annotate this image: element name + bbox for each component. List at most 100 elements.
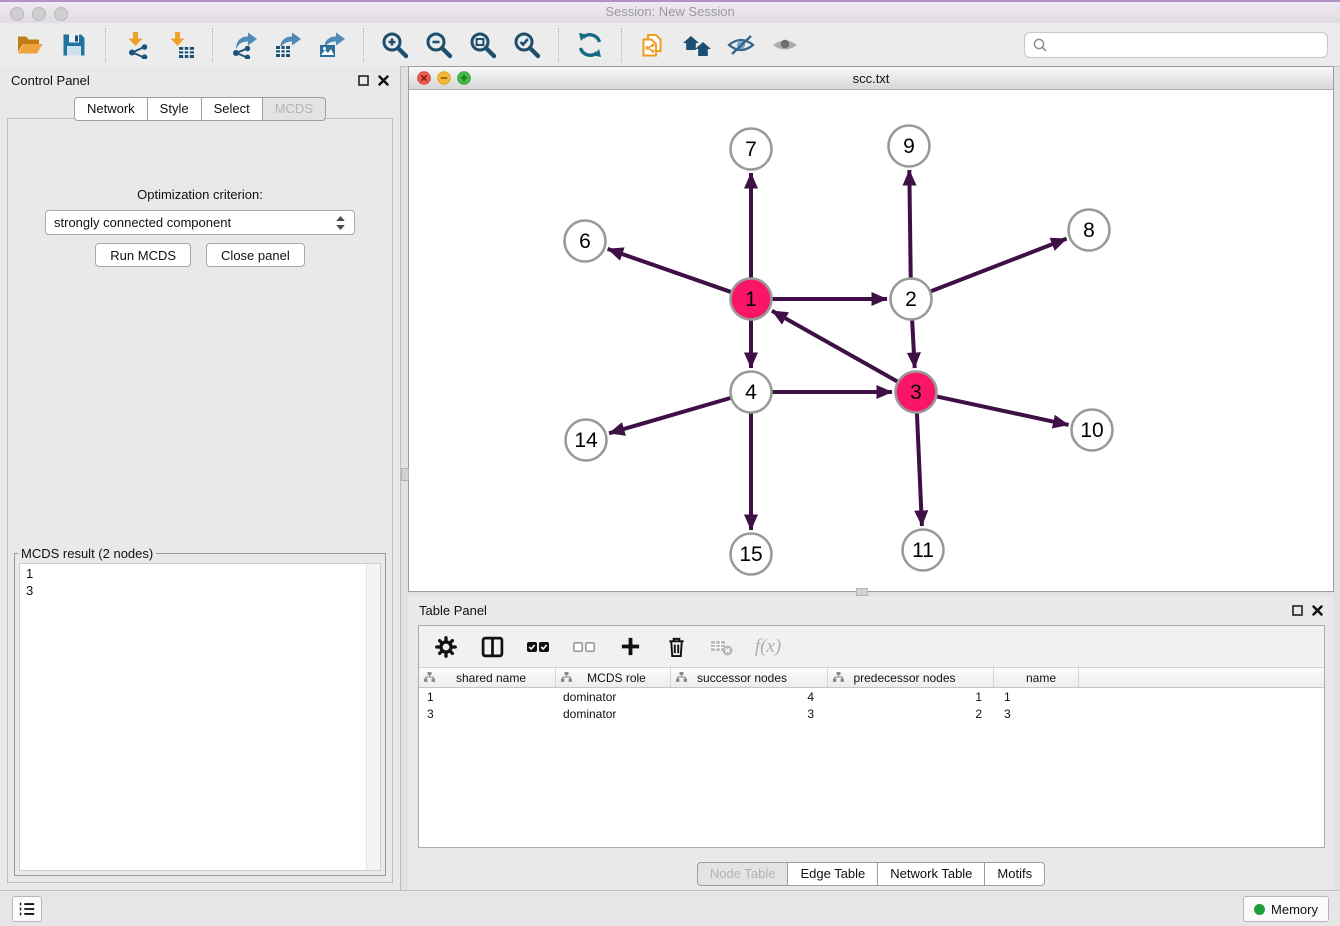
column-type-icon xyxy=(833,672,844,682)
zoom-in-icon xyxy=(380,30,410,60)
zoom-out-button[interactable] xyxy=(421,27,457,63)
deselect-all-columns-button[interactable] xyxy=(571,634,597,660)
refresh-view-button[interactable] xyxy=(572,27,608,63)
edge-3-to-1[interactable] xyxy=(772,311,898,382)
zoom-selected-button[interactable] xyxy=(509,27,545,63)
edge-2-to-8[interactable] xyxy=(931,239,1067,292)
node-2[interactable]: 2 xyxy=(891,279,932,320)
close-panel-icon[interactable] xyxy=(1312,605,1323,616)
tab-motifs[interactable]: Motifs xyxy=(985,862,1045,886)
export-table-button[interactable] xyxy=(270,27,306,63)
export-image-button[interactable] xyxy=(314,27,350,63)
table-panel-tabs: Node TableEdge TableNetwork TableMotifs xyxy=(408,862,1334,886)
task-list-icon xyxy=(17,900,37,918)
tab-mcds[interactable]: MCDS xyxy=(263,97,326,121)
result-scrollbar[interactable] xyxy=(366,564,380,870)
network-canvas[interactable]: 7 9 6 8 1 2 4 3 14 10 15 11 xyxy=(409,90,1333,591)
new-network-from-selection-button[interactable] xyxy=(635,27,671,63)
export-network-button[interactable] xyxy=(226,27,262,63)
show-all-button[interactable] xyxy=(767,27,803,63)
node-1[interactable]: 1 xyxy=(731,279,772,320)
float-panel-icon[interactable] xyxy=(358,75,369,86)
save-session-button[interactable] xyxy=(56,27,92,63)
settings-gear-button[interactable] xyxy=(433,634,459,660)
edge-3-to-11[interactable] xyxy=(917,413,922,526)
search-input[interactable] xyxy=(1053,35,1320,55)
open-session-button[interactable] xyxy=(12,27,48,63)
window-controls[interactable] xyxy=(10,7,68,21)
svg-text:15: 15 xyxy=(739,543,762,566)
close-window-icon[interactable] xyxy=(10,7,24,21)
node-4[interactable]: 4 xyxy=(731,372,772,413)
add-column-button[interactable] xyxy=(617,634,643,660)
node-6[interactable]: 6 xyxy=(565,221,606,262)
import-network-button[interactable] xyxy=(119,27,155,63)
close-panel-icon[interactable] xyxy=(378,75,389,86)
delete-table-button[interactable] xyxy=(709,634,735,660)
home-button[interactable] xyxy=(679,27,715,63)
node-9[interactable]: 9 xyxy=(889,126,930,167)
node-14[interactable]: 14 xyxy=(566,420,607,461)
edge-2-to-9[interactable] xyxy=(909,170,910,278)
svg-text:14: 14 xyxy=(574,429,598,452)
search-box[interactable] xyxy=(1024,32,1328,58)
table-cell: 2 xyxy=(828,707,994,721)
table-cell: dominator xyxy=(556,707,671,721)
mcds-result-area[interactable]: 1 3 xyxy=(19,563,381,871)
zoom-fit-button[interactable] xyxy=(465,27,501,63)
run-mcds-button[interactable]: Run MCDS xyxy=(95,243,191,267)
node-11[interactable]: 11 xyxy=(903,530,944,571)
node-7[interactable]: 7 xyxy=(731,129,772,170)
toolbar-separator xyxy=(105,28,106,62)
tab-network-table[interactable]: Network Table xyxy=(878,862,985,886)
horizontal-splitter-handle[interactable] xyxy=(856,588,868,596)
column-header-MCDS-role[interactable]: MCDS role xyxy=(556,668,671,687)
edge-1-to-6[interactable] xyxy=(608,249,732,292)
edge-4-to-14[interactable] xyxy=(609,398,731,433)
function-builder-button[interactable]: f(x) xyxy=(755,634,781,660)
zoom-window-icon[interactable] xyxy=(54,7,68,21)
minimize-window-icon[interactable] xyxy=(32,7,46,21)
criterion-selected-value: strongly connected component xyxy=(54,215,335,230)
float-panel-icon[interactable] xyxy=(1292,605,1303,616)
table-rows: 1dominator4113dominator323 xyxy=(419,688,1324,722)
delete-column-button[interactable] xyxy=(663,634,689,660)
svg-text:9: 9 xyxy=(903,135,915,158)
split-columns-button[interactable] xyxy=(479,634,505,660)
column-header-successor-nodes[interactable]: successor nodes xyxy=(671,668,828,687)
node-10[interactable]: 10 xyxy=(1072,410,1113,451)
column-header-shared-name[interactable]: shared name xyxy=(419,668,556,687)
column-type-icon xyxy=(676,672,687,682)
tab-style[interactable]: Style xyxy=(148,97,202,121)
node-15[interactable]: 15 xyxy=(731,534,772,575)
edge-3-to-10[interactable] xyxy=(937,396,1069,425)
column-header-name[interactable]: name xyxy=(994,668,1079,687)
import-table-button[interactable] xyxy=(163,27,199,63)
memory-button[interactable]: Memory xyxy=(1243,896,1329,922)
plus-icon xyxy=(620,636,641,657)
mcds-result-title: MCDS result (2 nodes) xyxy=(18,546,156,561)
control-panel-header: Control Panel xyxy=(0,66,400,94)
table-cell: 4 xyxy=(671,690,828,704)
vertical-splitter-handle[interactable] xyxy=(401,468,409,481)
column-header-predecessor-nodes[interactable]: predecessor nodes xyxy=(828,668,994,687)
edge-2-to-3[interactable] xyxy=(912,320,915,368)
criterion-select[interactable]: strongly connected component xyxy=(45,210,355,235)
node-3[interactable]: 3 xyxy=(896,372,937,413)
tab-node-table[interactable]: Node Table xyxy=(697,862,789,886)
select-all-columns-button[interactable] xyxy=(525,634,551,660)
table-row[interactable]: 3dominator323 xyxy=(419,705,1324,722)
close-panel-button[interactable]: Close panel xyxy=(206,243,305,267)
delete-table-icon xyxy=(710,637,734,657)
hide-selected-button[interactable] xyxy=(723,27,759,63)
table-row[interactable]: 1dominator411 xyxy=(419,688,1324,705)
open-folder-icon xyxy=(15,32,45,58)
svg-text:10: 10 xyxy=(1080,419,1103,442)
import-table-icon xyxy=(167,31,195,59)
tab-edge-table[interactable]: Edge Table xyxy=(788,862,878,886)
task-history-button[interactable] xyxy=(12,896,42,922)
tab-select[interactable]: Select xyxy=(202,97,263,121)
node-8[interactable]: 8 xyxy=(1069,210,1110,251)
zoom-in-button[interactable] xyxy=(377,27,413,63)
tab-network[interactable]: Network xyxy=(74,97,148,121)
